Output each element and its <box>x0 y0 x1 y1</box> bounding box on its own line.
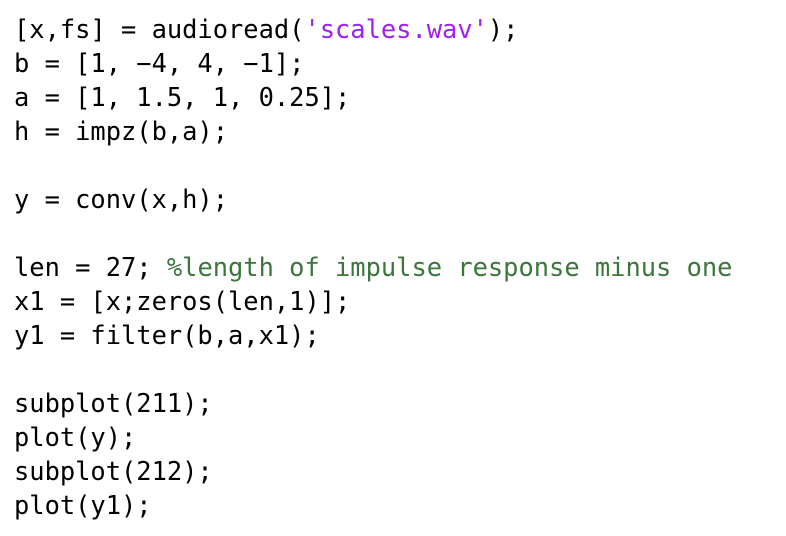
code-line-15[interactable]: plot(y1); <box>14 488 784 522</box>
code-line-1[interactable]: [x,fs] = audioread('scales.wav'); <box>14 12 784 46</box>
code-line-9[interactable]: x1 = [x;zeros(len,1)]; <box>14 284 784 318</box>
code-text: y1 = filter(b,a,x1); <box>14 320 320 350</box>
code-line-2[interactable]: b = [1, −4, 4, −1]; <box>14 46 784 80</box>
code-line-11[interactable] <box>14 352 784 386</box>
code-text: plot(y); <box>14 422 137 452</box>
code-text: ); <box>487 14 519 44</box>
code-text: b = [1, −4, 4, −1]; <box>14 48 305 78</box>
code-text: [x,fs] = audioread( <box>14 14 305 44</box>
code-text: y = conv(x,h); <box>14 184 229 214</box>
code-line-5[interactable] <box>14 148 784 182</box>
code-text: x1 = [x;zeros(len,1)]; <box>14 286 351 316</box>
code-line-8[interactable]: len = 27; %length of impulse response mi… <box>14 250 784 284</box>
code-text: subplot(212); <box>14 456 213 486</box>
code-line-4[interactable]: h = impz(b,a); <box>14 114 784 148</box>
code-line-6[interactable]: y = conv(x,h); <box>14 182 784 216</box>
code-text: len = 27; <box>14 252 167 282</box>
code-text: subplot(211); <box>14 388 213 418</box>
string-literal: 'scales.wav' <box>304 14 488 44</box>
code-line-3[interactable]: a = [1, 1.5, 1, 0.25]; <box>14 80 784 114</box>
code-line-14[interactable]: subplot(212); <box>14 454 784 488</box>
code-text: plot(y1); <box>14 490 152 520</box>
code-line-7[interactable] <box>14 216 784 250</box>
code-line-13[interactable]: plot(y); <box>14 420 784 454</box>
code-line-10[interactable]: y1 = filter(b,a,x1); <box>14 318 784 352</box>
code-comment: %length of impulse response minus one <box>166 252 733 282</box>
code-text: a = [1, 1.5, 1, 0.25]; <box>14 82 351 112</box>
code-line-12[interactable]: subplot(211); <box>14 386 784 420</box>
code-editor[interactable]: [x,fs] = audioread('scales.wav'); b = [1… <box>14 12 784 532</box>
code-text: h = impz(b,a); <box>14 116 229 146</box>
